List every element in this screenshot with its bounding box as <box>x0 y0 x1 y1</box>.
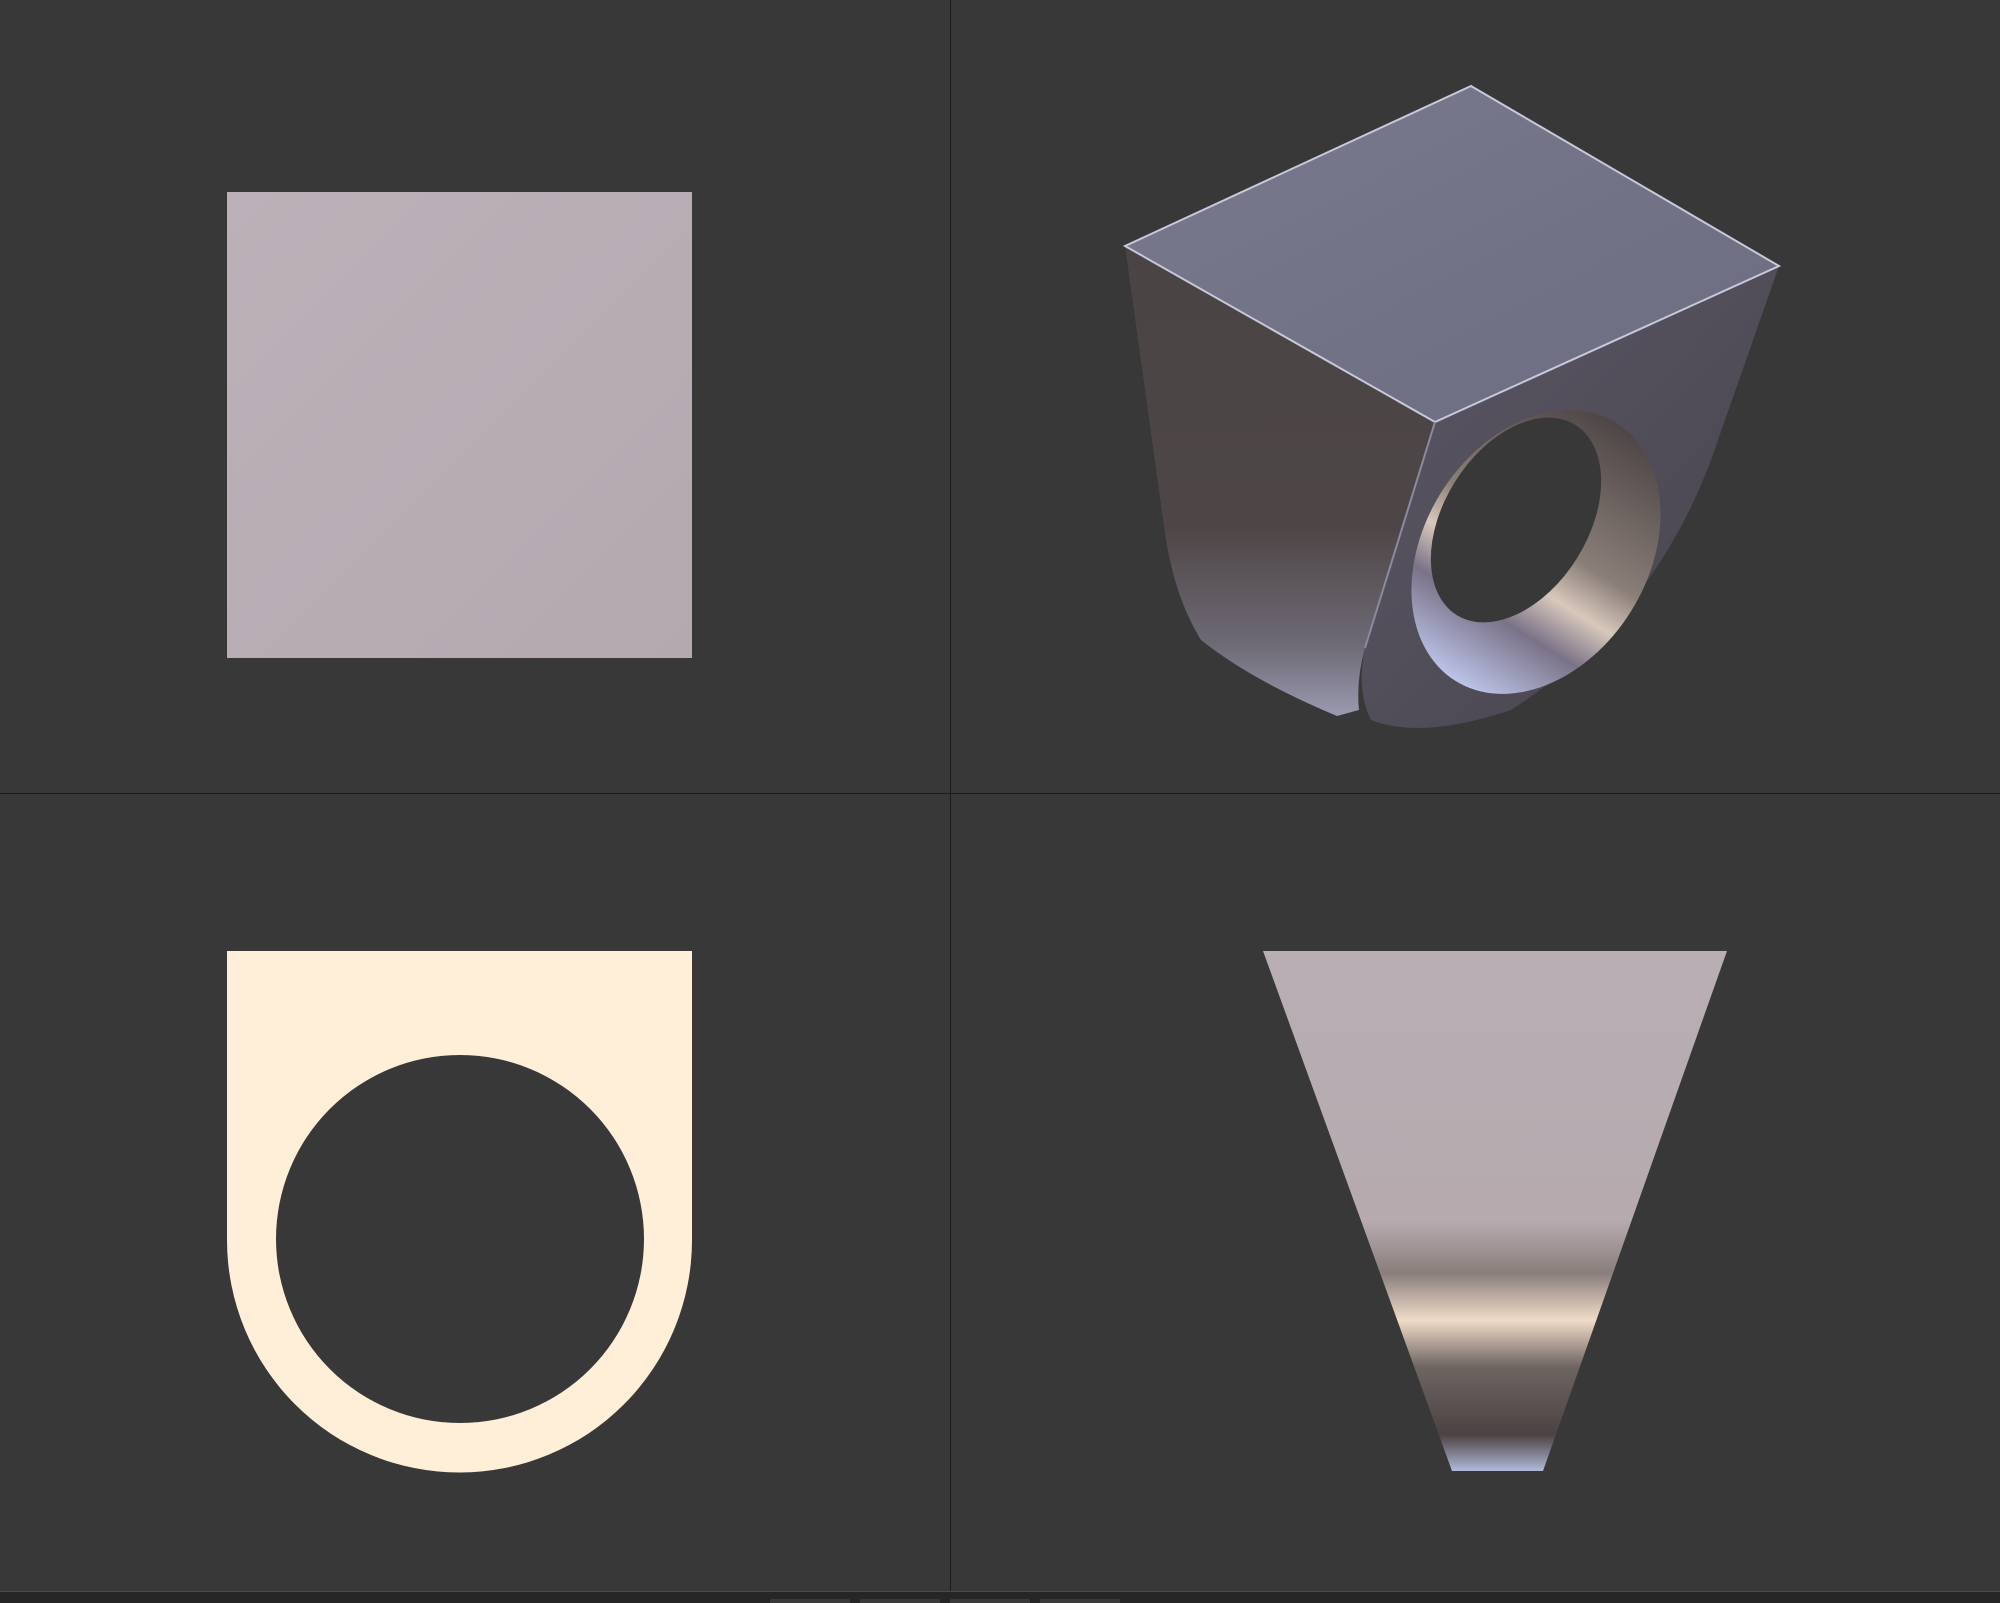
bottom-tab[interactable] <box>950 1599 1030 1603</box>
side-view-viewport[interactable] <box>951 794 2000 1591</box>
viewport-divider-vertical[interactable] <box>950 0 951 1591</box>
bottom-tab[interactable] <box>770 1599 850 1603</box>
perspective-canvas <box>1122 84 1782 728</box>
top-view-canvas <box>227 192 692 658</box>
bottom-toolbar <box>0 1591 2000 1603</box>
viewport-divider-horizontal[interactable] <box>0 793 2000 794</box>
viewport-layout <box>0 0 2000 1603</box>
bottom-tab[interactable] <box>860 1599 940 1603</box>
bottom-tab[interactable] <box>1040 1599 1120 1603</box>
ring-side-face[interactable] <box>1263 951 1727 1471</box>
front-view-canvas <box>227 951 692 1473</box>
top-view-viewport[interactable] <box>0 0 950 793</box>
perspective-viewport[interactable] <box>951 0 2000 793</box>
ring-top-face[interactable] <box>227 192 692 658</box>
front-view-viewport[interactable] <box>0 794 950 1591</box>
side-view-canvas <box>1263 951 1727 1471</box>
ring-front-face[interactable] <box>227 951 692 1473</box>
